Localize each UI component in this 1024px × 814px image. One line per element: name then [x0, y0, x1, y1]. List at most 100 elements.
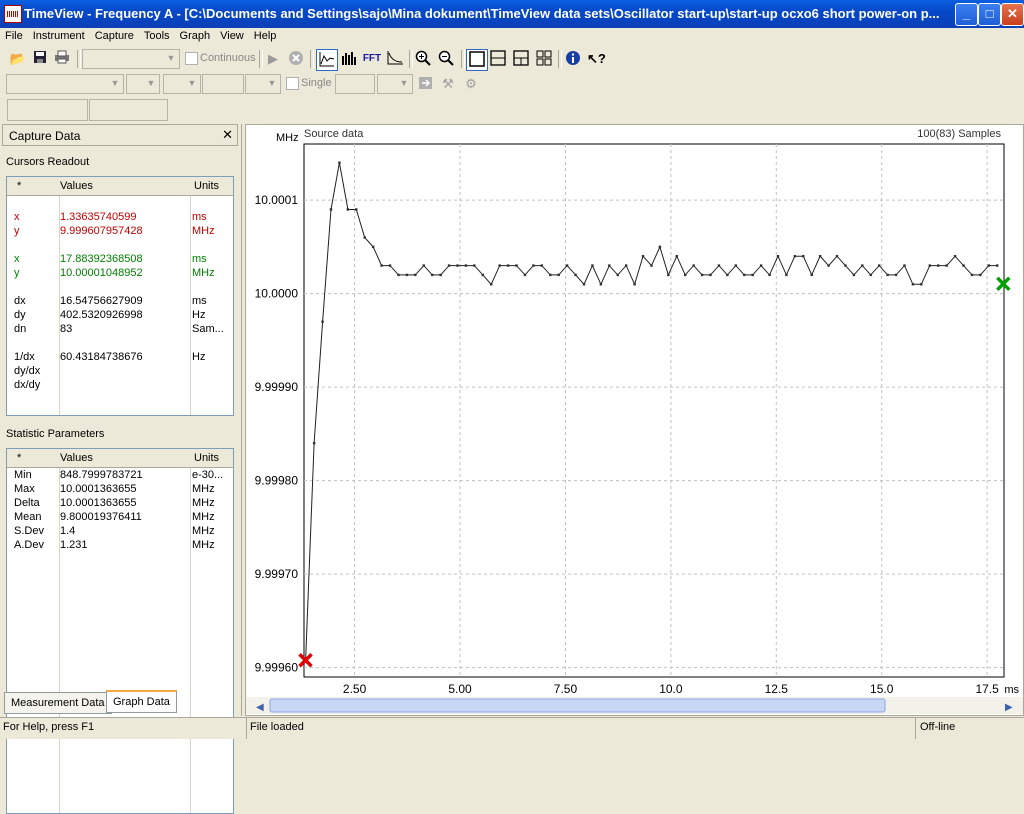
statistics-table[interactable]: * Values Units Min 848.7999783721 e-30... M…	[6, 448, 234, 814]
row-unit: Sam...	[192, 323, 224, 335]
header-key: *	[17, 180, 22, 192]
single-view-icon[interactable]	[466, 49, 488, 71]
x-tick-label: 2.50	[343, 682, 367, 696]
table-row[interactable]: A.Dev 1.231 MHz	[7, 539, 233, 553]
table-row[interactable]: 1/dx 60.43184738676 Hz	[7, 351, 233, 365]
data-point	[945, 264, 948, 267]
cursors-readout-table[interactable]: * Values Units x 1.33635740599 ms y 9.999607…	[6, 176, 234, 416]
zoom-in-icon[interactable]	[414, 50, 432, 68]
statistic-parameters-title: Statistic Parameters	[6, 428, 105, 440]
data-point	[624, 264, 628, 267]
count-field[interactable]	[335, 74, 375, 94]
stop-icon[interactable]	[287, 50, 305, 68]
table-row[interactable]: y 9.999607957428 MHz	[7, 225, 233, 239]
minimize-button[interactable]: _	[955, 3, 978, 26]
empty-button-1[interactable]	[7, 99, 88, 121]
table-row[interactable]: Min 848.7999783721 e-30...	[7, 469, 233, 483]
split-three-icon[interactable]	[512, 50, 530, 68]
histogram-icon[interactable]	[340, 50, 358, 68]
table-row[interactable]: dy 402.5320926998 Hz	[7, 309, 233, 323]
settings-tools-icon[interactable]: ⚒	[439, 75, 457, 93]
app-icon[interactable]	[4, 5, 22, 23]
row-value: 60.43184738676	[60, 351, 143, 363]
menu-tools[interactable]: Tools	[139, 28, 175, 42]
continuous-checkbox[interactable]	[185, 52, 198, 65]
panel-close-icon[interactable]: ✕	[222, 127, 233, 143]
data-point	[582, 283, 586, 286]
split-horizontal-icon[interactable]	[489, 50, 507, 68]
unit-combo[interactable]: ▼	[245, 74, 281, 94]
apply-icon[interactable]	[417, 75, 435, 93]
gear-icon[interactable]: ⚙	[462, 75, 480, 93]
scrollbar-thumb[interactable]	[269, 698, 886, 713]
decay-graph-icon[interactable]	[386, 50, 404, 68]
row-unit: MHz	[192, 497, 215, 509]
tab-graph-data[interactable]: Graph Data	[106, 690, 177, 713]
menu-file[interactable]: File	[0, 28, 28, 42]
fft-icon[interactable]: FFT	[362, 50, 382, 68]
table-row[interactable]	[7, 281, 233, 295]
table-row[interactable]: Max 10.0001363655 MHz	[7, 483, 233, 497]
scroll-right-icon[interactable]: ▶	[1005, 702, 1013, 713]
data-point	[979, 273, 982, 277]
tab-measurement-data[interactable]: Measurement Data	[4, 692, 112, 714]
data-point	[675, 255, 678, 258]
play-icon[interactable]: ▶	[264, 50, 282, 68]
menu-graph[interactable]: Graph	[175, 28, 216, 42]
split-quad-icon[interactable]	[535, 50, 553, 68]
info-icon[interactable]	[564, 50, 582, 68]
table-row[interactable]: dx 16.54756627909 ms	[7, 295, 233, 309]
close-button[interactable]: ✕	[1001, 3, 1024, 26]
table-row[interactable]: x 17.88392368508 ms	[7, 253, 233, 267]
data-point	[827, 264, 830, 267]
row-unit: Hz	[192, 309, 206, 321]
data-point	[709, 273, 712, 277]
mode-combo[interactable]: ▼	[163, 74, 201, 94]
context-help-icon[interactable]: ↖?	[587, 50, 606, 68]
line-graph-icon[interactable]	[316, 49, 338, 71]
row-unit: Hz	[192, 351, 206, 363]
print-icon[interactable]	[53, 50, 71, 68]
channel-combo[interactable]: ▼	[126, 74, 160, 94]
data-point	[371, 245, 375, 249]
table-row[interactable]	[7, 239, 233, 253]
table-row[interactable]	[7, 337, 233, 351]
zoom-out-icon[interactable]	[437, 50, 455, 68]
menu-view[interactable]: View	[215, 28, 249, 42]
count-combo[interactable]: ▼	[377, 74, 413, 94]
open-folder-icon[interactable]: 📂	[9, 50, 27, 68]
data-point	[911, 283, 915, 286]
scroll-left-icon[interactable]: ◀	[256, 702, 264, 713]
menu-capture[interactable]: Capture	[90, 28, 139, 42]
single-checkbox[interactable]	[286, 77, 299, 90]
table-row[interactable]: dx/dy	[7, 379, 233, 393]
data-point	[692, 264, 695, 267]
data-point	[987, 264, 991, 267]
row-key: dx	[14, 295, 26, 307]
table-row[interactable]: S.Dev 1.4 MHz	[7, 525, 233, 539]
toolbar-separator	[409, 50, 413, 68]
table-row[interactable]: dy/dx	[7, 365, 233, 379]
frequency-chart[interactable]: 2.50 5.00 7.50 10.0 12.5 15.0 17.5 9.99960 9.999…	[246, 125, 1023, 715]
menu-instrument[interactable]: Instrument	[28, 28, 90, 42]
table-row[interactable]: x 1.33635740599 ms	[7, 211, 233, 225]
menu-help[interactable]: Help	[249, 28, 282, 42]
row-value: 10.0001363655	[60, 497, 137, 509]
table-row[interactable]: Mean 9.800019376411 MHz	[7, 511, 233, 525]
empty-button-2[interactable]	[89, 99, 168, 121]
capture-combo[interactable]: ▼	[82, 49, 180, 69]
maximize-button[interactable]: □	[978, 3, 1001, 26]
value-field[interactable]	[202, 74, 244, 94]
row-key: dx/dy	[14, 379, 41, 391]
instrument-combo[interactable]: ▼	[6, 74, 124, 94]
save-icon[interactable]	[31, 50, 49, 68]
table-row[interactable]: y 10.00001048952 MHz	[7, 267, 233, 281]
row-value: 848.7999783721	[60, 469, 143, 481]
row-unit: ms	[192, 295, 207, 307]
table-row[interactable]: dn 83 Sam...	[7, 323, 233, 337]
graph-panel[interactable]: 2.50 5.00 7.50 10.0 12.5 15.0 17.5 9.99960 9.999…	[245, 124, 1024, 716]
data-point	[684, 273, 687, 277]
row-key: dn	[14, 323, 27, 335]
table-row[interactable]: Delta 10.0001363655 MHz	[7, 497, 233, 511]
row-key: S.Dev	[14, 525, 44, 537]
